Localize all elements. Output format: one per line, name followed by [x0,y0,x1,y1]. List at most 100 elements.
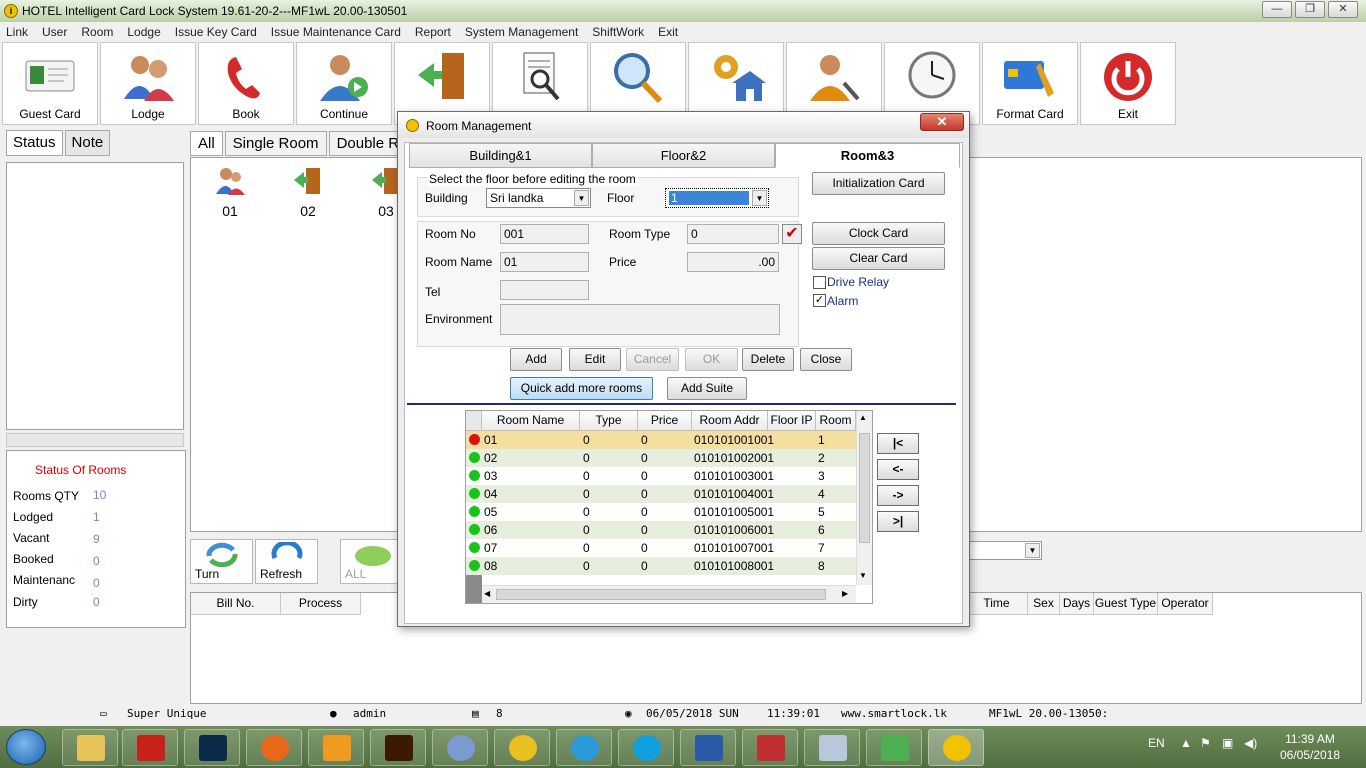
room-tile-02[interactable]: 02 [288,166,328,219]
menu-issue-maintenance-card[interactable]: Issue Maintenance Card [271,25,401,39]
menu-user[interactable]: User [42,25,67,39]
taskbar-skype[interactable] [618,729,674,766]
taskbar-word[interactable] [680,729,736,766]
filter-combo[interactable]: ▼ [966,541,1042,560]
taskbar-chrome[interactable] [494,729,550,766]
flag-icon[interactable]: ⚑ [1200,736,1211,750]
vertical-scrollbar[interactable]: ▲ ▼ [856,411,872,585]
continue-button[interactable]: Continue [296,42,392,125]
grid-row[interactable]: 01 0 0 010101001001 1 [466,431,856,449]
start-button[interactable] [6,729,46,765]
tab-note[interactable]: Note [64,130,111,156]
taskbar-green-app[interactable] [866,729,922,766]
col-type[interactable]: Type [580,411,638,431]
cancel-button[interactable]: Cancel [626,348,679,371]
taskbar-lock-system[interactable] [928,729,984,766]
col-process[interactable]: Process [281,593,361,615]
taskbar-ie[interactable] [556,729,612,766]
grid-row[interactable]: 07 0 0 010101007001 7 [466,539,856,557]
menu-issue-key-card[interactable]: Issue Key Card [175,25,257,39]
taskbar-app[interactable] [432,729,488,766]
menu-report[interactable]: Report [415,25,451,39]
tab-status[interactable]: Status [6,130,63,156]
nav-first-button[interactable]: |< [877,433,919,454]
close-button[interactable]: Close [800,348,852,371]
taskbar-clock[interactable]: 11:39 AM 06/05/2018 [1270,731,1350,763]
col-bill-no[interactable]: Bill No. [191,593,281,615]
minimize-button[interactable]: — [1262,1,1292,18]
taskbar-hotel-app[interactable] [742,729,798,766]
tray-up-icon[interactable]: ▲ [1180,736,1192,750]
grid-row[interactable]: 04 0 0 010101004001 4 [466,485,856,503]
lodge-button[interactable]: Lodge [100,42,196,125]
chevron-down-icon[interactable]: ▼ [574,190,589,206]
restore-button[interactable]: ❐ [1295,1,1325,18]
grid-row[interactable]: 08 0 0 010101008001 8 [466,557,856,575]
refresh-button[interactable]: Refresh [255,539,318,584]
col-floor-ip[interactable]: Floor IP [768,411,816,431]
turn-button[interactable]: Turn [190,539,253,584]
room-type-input[interactable]: 0 [687,224,779,244]
delete-button[interactable]: Delete [742,348,794,371]
scroll-up-icon[interactable]: ▲ [859,413,867,422]
menu-exit[interactable]: Exit [658,25,678,39]
vertical-scroll-thumb[interactable] [859,433,870,543]
grid-row[interactable]: 05 0 0 010101005001 5 [466,503,856,521]
col-sex[interactable]: Sex [1028,593,1060,615]
scroll-down-icon[interactable]: ▼ [859,571,867,580]
horizontal-scroll-thumb[interactable] [496,589,826,600]
dialog-close-button[interactable]: ✕ [920,113,964,131]
add-button[interactable]: Add [510,348,562,371]
tel-input[interactable] [500,280,589,300]
col-room[interactable]: Room [816,411,856,431]
network-icon[interactable]: ▣ [1222,736,1233,750]
exit-button[interactable]: Exit [1080,42,1176,125]
book-button[interactable]: Book [198,42,294,125]
taskbar-calculator[interactable] [804,729,860,766]
chevron-down-icon[interactable]: ▼ [752,190,767,206]
language-indicator[interactable]: EN [1148,736,1165,750]
scroll-left-icon[interactable]: ◀ [484,589,490,598]
building-select[interactable]: Sri landka ▼ [486,188,591,208]
menu-lodge[interactable]: Lodge [127,25,160,39]
taskbar-photoshop[interactable] [184,729,240,766]
ok-button[interactable]: OK [685,348,738,371]
quick-add-rooms-button[interactable]: Quick add more rooms [510,377,653,400]
col-operator[interactable]: Operator [1158,593,1213,615]
horizontal-scrollbar[interactable]: ◀ ▶ [482,585,856,603]
col-room-addr[interactable]: Room Addr [692,411,768,431]
tab-building[interactable]: Building&1 [409,143,592,168]
alarm-checkbox[interactable]: ✓ [813,294,826,307]
tab-room[interactable]: Room&3 [775,143,960,168]
clock-card-button[interactable]: Clock Card [812,222,945,245]
guest-card-button[interactable]: Guest Card [2,42,98,125]
room-type-picker-checkmark-icon[interactable]: ✔ [782,224,802,244]
grid-row[interactable]: 06 0 0 010101006001 6 [466,521,856,539]
environment-input[interactable] [500,304,780,335]
menu-room[interactable]: Room [81,25,113,39]
clear-card-button[interactable]: Clear Card [812,247,945,270]
col-time[interactable]: Time [966,593,1028,615]
nav-last-button[interactable]: >| [877,511,919,532]
col-price[interactable]: Price [638,411,692,431]
close-window-button[interactable]: ✕ [1328,1,1358,18]
all-button[interactable]: ALL [340,539,403,584]
nav-next-button[interactable]: -> [877,485,919,506]
col-room-name[interactable]: Room Name [482,411,580,431]
menu-system-management[interactable]: System Management [465,25,578,39]
room-name-input[interactable]: 01 [500,252,589,272]
initialization-card-button[interactable]: Initialization Card [812,172,945,195]
taskbar-firefox[interactable] [246,729,302,766]
col-guest-type[interactable]: Guest Type [1094,593,1158,615]
grid-row[interactable]: 02 0 0 010101002001 2 [466,449,856,467]
chevron-down-icon[interactable]: ▼ [1025,543,1040,558]
taskbar-explorer[interactable] [62,729,118,766]
scroll-right-icon[interactable]: ▶ [842,589,848,598]
room-no-input[interactable]: 001 [500,224,589,244]
col-days[interactable]: Days [1060,593,1094,615]
taskbar-media[interactable] [308,729,364,766]
tab-all[interactable]: All [190,131,223,156]
menu-link[interactable]: Link [6,25,28,39]
nav-prev-button[interactable]: <- [877,459,919,480]
menu-shiftwork[interactable]: ShiftWork [592,25,644,39]
